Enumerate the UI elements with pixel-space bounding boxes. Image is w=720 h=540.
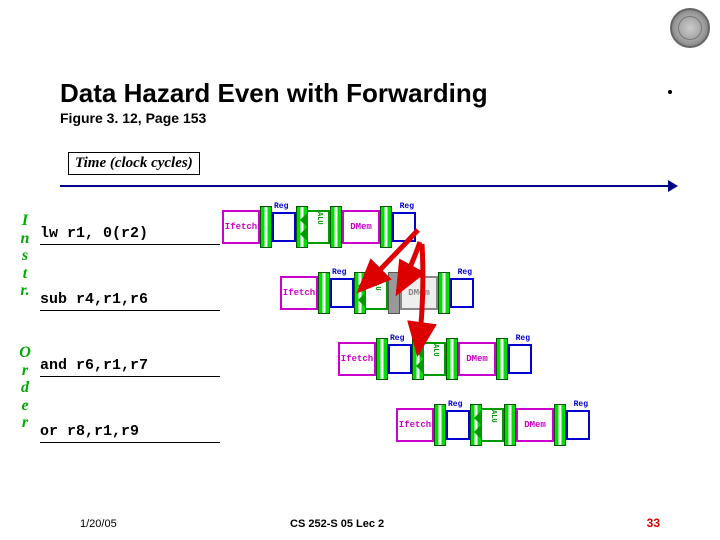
instruction-text: lw r1, 0(r2) — [40, 225, 220, 245]
latch — [504, 404, 516, 446]
latch — [376, 338, 388, 380]
latch — [496, 338, 508, 380]
pipeline-or: Ifetch Reg ALU DMem Reg — [396, 404, 590, 446]
reg-read-stage: Reg — [272, 212, 296, 242]
latch — [380, 206, 392, 248]
dmem-stage: DMem — [458, 342, 496, 376]
pipeline-and: Ifetch Reg ALU DMem Reg — [338, 338, 532, 380]
latch — [554, 404, 566, 446]
bullet-dot — [668, 90, 672, 94]
latch — [260, 206, 272, 248]
ifetch-stage: Ifetch — [338, 342, 376, 376]
footer-date: 1/20/05 — [80, 518, 117, 530]
reg-write-stage: Reg — [392, 212, 416, 242]
ifetch-stage: Ifetch — [280, 276, 318, 310]
instruction-text: sub r4,r1,r6 — [40, 291, 220, 311]
footer-page-number: 33 — [647, 516, 660, 530]
reg-write-stage: Reg — [566, 410, 590, 440]
instr-label: Instr. — [16, 212, 34, 300]
latch — [438, 272, 450, 314]
latch — [330, 206, 342, 248]
instruction-row: and r6,r1,r7 — [40, 338, 220, 396]
ifetch-stage: Ifetch — [222, 210, 260, 244]
time-axis-label: Time (clock cycles) — [68, 152, 200, 175]
alu-stage: ALU — [482, 408, 504, 442]
dmem-stage-bubble: DMem — [400, 276, 438, 310]
time-axis-arrow — [60, 185, 670, 187]
instruction-text: and r6,r1,r7 — [40, 357, 220, 377]
alu-stage: ALU — [366, 276, 388, 310]
latch — [446, 338, 458, 380]
berkeley-seal-icon — [670, 8, 710, 48]
instruction-row: or r8,r1,r9 — [40, 404, 220, 462]
latch — [318, 272, 330, 314]
reg-read-stage: Reg — [330, 278, 354, 308]
reg-read-stage: Reg — [446, 410, 470, 440]
reg-write-stage: Reg — [450, 278, 474, 308]
pipeline-lw: Ifetch Reg ALU DMem Reg — [222, 206, 416, 248]
reg-read-stage: Reg — [388, 344, 412, 374]
reg-write-stage: Reg — [508, 344, 532, 374]
pipeline-sub: Ifetch Reg ALU DMem Reg — [280, 272, 474, 314]
order-label: Order — [16, 344, 34, 432]
ifetch-stage: Ifetch — [396, 408, 434, 442]
slide-title: Data Hazard Even with Forwarding — [60, 78, 488, 109]
latch-bubble — [388, 272, 400, 314]
latch — [434, 404, 446, 446]
footer-course: CS 252-S 05 Lec 2 — [290, 518, 384, 530]
dmem-stage: DMem — [516, 408, 554, 442]
alu-stage: ALU — [424, 342, 446, 376]
instruction-text: or r8,r1,r9 — [40, 423, 220, 443]
alu-stage: ALU — [308, 210, 330, 244]
dmem-stage: DMem — [342, 210, 380, 244]
instruction-row: lw r1, 0(r2) — [40, 206, 220, 264]
figure-ref: Figure 3. 12, Page 153 — [60, 110, 206, 126]
instruction-row: sub r4,r1,r6 — [40, 272, 220, 330]
